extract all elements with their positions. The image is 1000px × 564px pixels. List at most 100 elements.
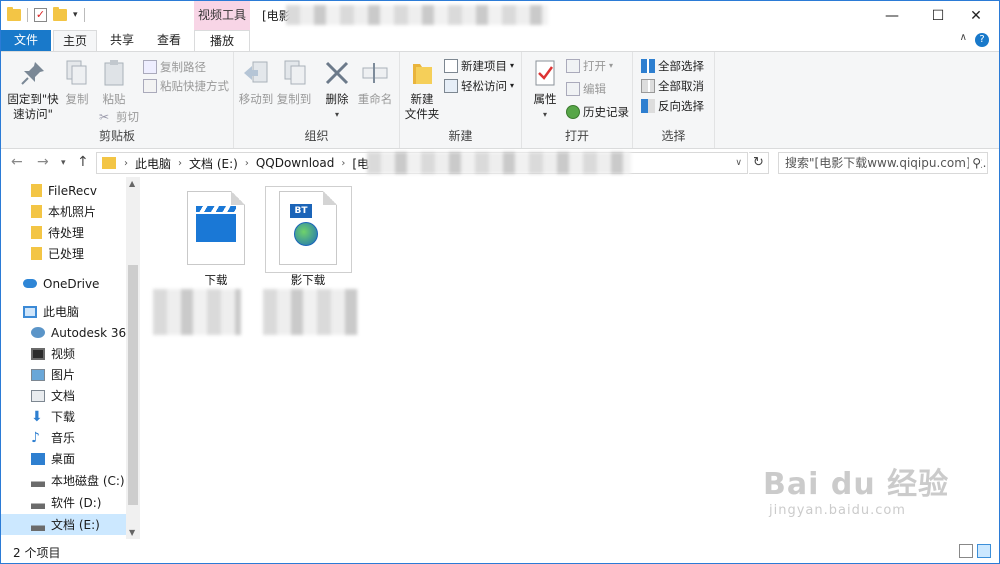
properties-icon[interactable]: ✓ [34,8,47,22]
back-arrow-icon[interactable]: ← [11,154,23,170]
chevron-right-icon[interactable]: › [120,158,132,169]
breadcrumb-drive-e[interactable]: 文档 (E:) [186,155,241,172]
properties-check-icon [530,58,560,88]
navigation-scrollbar[interactable]: ▲ ▼ [126,177,140,539]
refresh-icon[interactable]: ↻ [749,152,769,174]
chevron-down-icon[interactable]: ▾ [73,10,78,20]
search-input[interactable]: 搜索"[电影下载www.qiqipu.com]火... ⚲ [778,152,988,174]
nav-item-local-photos[interactable]: 本机照片 [1,201,126,222]
file-name: 影下载 [290,273,326,287]
minimize-icon[interactable]: — [869,1,915,30]
rename-button[interactable]: 重命名 [356,56,394,107]
tab-file[interactable]: 文件 [1,30,51,51]
tab-home[interactable]: 主页 [53,30,97,52]
forward-arrow-icon[interactable]: → [37,154,49,170]
nav-item-filerecv[interactable]: FileRecv [1,180,126,201]
copy-to-label: 复制到 [276,92,312,106]
copy-button[interactable]: 复制 [61,56,93,107]
recent-locations-icon[interactable]: ▾ [61,158,66,168]
select-none-button[interactable]: 全部取消 [641,77,704,95]
search-icon[interactable]: ⚲ [969,153,981,173]
nav-item-this-pc[interactable]: 此电脑 [1,301,126,322]
pin-to-quick-access-button[interactable]: 固定到"快 速访问" [5,56,61,122]
chevron-right-icon[interactable]: › [241,158,253,169]
select-none-icon [641,79,655,93]
invert-selection-button[interactable]: 反向选择 [641,97,704,115]
history-button[interactable]: 历史记录 [566,103,629,121]
chevron-down-icon: ▾ [334,110,339,119]
nav-item-onedrive[interactable]: OneDrive [1,273,126,294]
new-item-button[interactable]: 新建项目 ▾ [444,57,514,75]
copy-path-label: 复制路径 [160,60,206,74]
document-folder-icon [31,389,45,402]
bt-label: BT [290,204,312,218]
folder-icon [31,247,42,260]
copy-path-button[interactable]: 复制路径 [143,58,206,76]
large-icons-view-icon[interactable] [977,544,991,558]
close-icon[interactable]: ✕ [953,1,999,30]
new-folder-button[interactable]: 新建 文件夹 [402,56,442,122]
easy-access-label: 轻松访问 [461,79,507,93]
navigation-bar: ← → ▾ ↑ › 此电脑 › 文档 (E:) › QQDownload › [… [1,149,999,177]
blurred-address [367,152,631,174]
tab-play[interactable]: 播放 [194,30,250,52]
open-button[interactable]: 打开 ▾ [566,57,613,75]
select-all-button[interactable]: 全部选择 [641,57,704,75]
delete-x-icon [322,58,352,88]
nav-item-videos[interactable]: 视频 [1,343,126,364]
file-item-video[interactable]: 下载 [153,185,261,335]
picture-folder-icon [31,368,45,381]
scroll-up-icon[interactable]: ▲ [129,179,135,188]
history-label: 历史记录 [583,105,629,119]
move-to-button[interactable]: 移动到 [238,56,274,107]
chevron-right-icon[interactable]: › [174,158,186,169]
cut-button[interactable]: ✂ 剪切 [99,108,139,126]
file-explorer-window: ✓ ▾ 视频工具 [电影 — ☐ ✕ 文件 主页 共享 查看 播放 ∧ ? 固定… [0,0,1000,564]
scrollbar-thumb[interactable] [128,265,138,505]
nav-item-downloads[interactable]: ⬇ 下载 [1,406,126,427]
up-arrow-icon[interactable]: ↑ [77,154,89,170]
new-folder-icon[interactable] [53,7,67,21]
tab-view[interactable]: 查看 [147,30,191,51]
paste-shortcut-button[interactable]: 粘贴快捷方式 [143,77,229,95]
properties-button[interactable]: 属性 ▾ [530,56,560,122]
file-name: 下载 [204,273,228,287]
nav-item-label: 音乐 [51,431,76,445]
organize-group-label: 组织 [304,129,329,143]
nav-item-label: FileRecv [48,183,97,198]
nav-item-pending[interactable]: 待处理 [1,222,126,243]
edit-button[interactable]: 编辑 [566,80,606,98]
chevron-down-icon: ▾ [510,81,515,90]
delete-button[interactable]: 删除 ▾ [322,56,352,122]
breadcrumb-this-pc[interactable]: 此电脑 [132,155,174,172]
copy-to-button[interactable]: 复制到 [276,56,312,107]
nav-item-label: 待处理 [48,226,85,240]
breadcrumb-qqdownload[interactable]: QQDownload [253,156,338,170]
nav-item-processed[interactable]: 已处理 [1,243,126,264]
video-folder-icon [31,347,45,360]
search-placeholder: 搜索"[电影下载www.qiqipu.com]火... [785,156,988,170]
easy-access-button[interactable]: 轻松访问 ▾ [444,77,514,95]
paste-button[interactable]: 粘贴 [97,56,131,107]
chevron-up-icon[interactable]: ∧ [960,32,967,43]
nav-item-drive-d[interactable]: 软件 (D:) [1,492,126,513]
nav-item-music[interactable]: ♪ 音乐 [1,427,126,448]
nav-item-documents[interactable]: 文档 [1,385,126,406]
scroll-down-icon[interactable]: ▼ [129,528,135,537]
address-dropdown-icon[interactable]: ∨ [735,158,747,168]
chevron-right-icon[interactable]: › [337,158,349,169]
chevron-down-icon: ▾ [510,61,515,70]
nav-item-desktop[interactable]: 桌面 [1,448,126,469]
file-item-torrent[interactable]: BT 影下载 [263,185,358,335]
folder-icon[interactable] [7,7,21,21]
navigation-pane: FileRecv 本机照片 待处理 已处理 OneDrive 此电脑 Autod… [1,177,140,539]
help-icon[interactable]: ? [975,33,989,47]
details-view-icon[interactable] [959,544,973,558]
organize-group: 移动到 复制到 删除 ▾ 重命名 组织 [234,52,400,148]
nav-item-drive-e[interactable]: 文档 (E:) [1,514,126,535]
nav-item-autodesk-360[interactable]: Autodesk 360 [1,322,134,343]
tab-share[interactable]: 共享 [101,30,143,51]
bt-torrent-icon: BT [279,191,337,265]
nav-item-pictures[interactable]: 图片 [1,364,126,385]
nav-item-drive-c[interactable]: 本地磁盘 (C:) [1,470,126,491]
